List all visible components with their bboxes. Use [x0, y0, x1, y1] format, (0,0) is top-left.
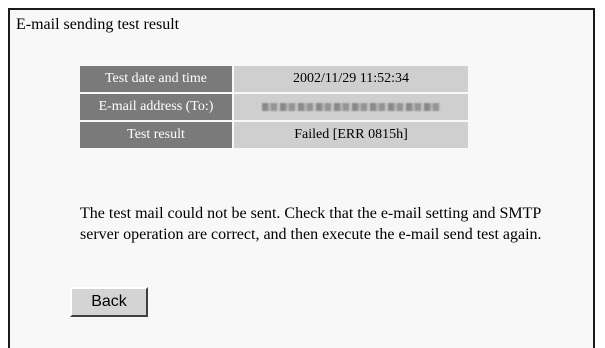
email-address-value	[234, 94, 468, 120]
result-table: Test date and time 2002/11/29 11:52:34 E…	[78, 64, 470, 150]
back-button[interactable]: Back	[70, 287, 148, 317]
test-result-value: Failed [ERR 0815h]	[234, 122, 468, 148]
redacted-email-address	[262, 102, 440, 111]
test-date-value: 2002/11/29 11:52:34	[234, 66, 468, 92]
test-result-label: Test result	[80, 122, 232, 148]
table-row: E-mail address (To:)	[80, 94, 468, 120]
table-row: Test result Failed [ERR 0815h]	[80, 122, 468, 148]
error-message: The test mail could not be sent. Check t…	[80, 205, 542, 243]
email-address-label: E-mail address (To:)	[80, 94, 232, 120]
table-row: Test date and time 2002/11/29 11:52:34	[80, 66, 468, 92]
page-title: E-mail sending test result	[16, 16, 180, 33]
test-date-label: Test date and time	[80, 66, 232, 92]
